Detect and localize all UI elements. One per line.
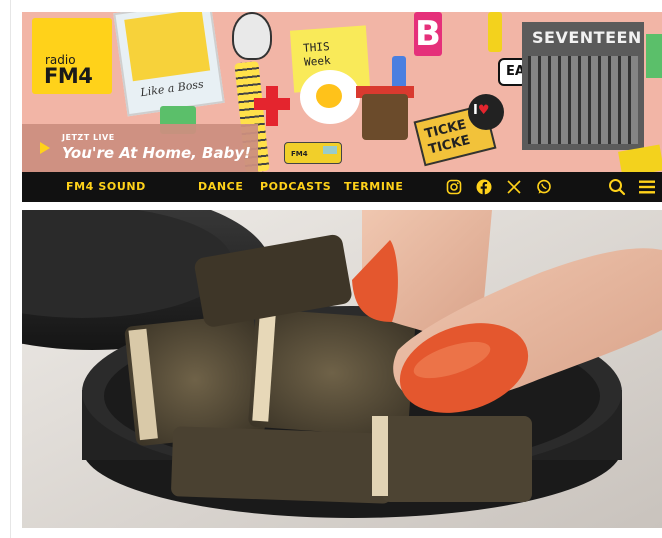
building-facade bbox=[528, 56, 638, 144]
seventeen-building-photo: SEVENTEEN bbox=[522, 22, 644, 150]
nav-item-termine[interactable]: TERMINE bbox=[344, 172, 403, 202]
hamburger-menu-icon[interactable] bbox=[638, 179, 656, 195]
nav-item-podcasts[interactable]: PODCASTS bbox=[260, 172, 331, 202]
van-text: FM4 bbox=[291, 150, 308, 158]
main-navigation: FM4 SOUND DANCE PODCASTS TERMINE bbox=[22, 172, 662, 202]
cuckoo-clock-sticker bbox=[362, 94, 408, 140]
nav-item-fm4-sound[interactable]: FM4 SOUND bbox=[66, 172, 146, 202]
heart-icon: ♥ bbox=[477, 103, 490, 118]
seventeen-label: SEVENTEEN bbox=[532, 28, 642, 47]
page-border bbox=[10, 0, 11, 538]
polaroid-photo bbox=[124, 12, 211, 82]
green-corner-sticker bbox=[646, 34, 662, 78]
search-icon[interactable] bbox=[608, 178, 626, 196]
nav-item-dance[interactable]: DANCE bbox=[198, 172, 243, 202]
fm4-van-sticker: FM4 bbox=[284, 142, 342, 164]
polaroid-sticker: Like a Boss bbox=[113, 12, 225, 117]
egg-yolk bbox=[316, 84, 342, 108]
yellow-block-sticker bbox=[488, 12, 502, 52]
live-label: JETZT LIVE bbox=[62, 133, 115, 142]
play-icon[interactable] bbox=[40, 142, 50, 154]
letter-b-sticker: B bbox=[414, 12, 442, 56]
fm4-logo[interactable]: radio FM4 bbox=[32, 18, 112, 94]
x-icon[interactable] bbox=[506, 179, 522, 195]
red-cross-sticker-bar bbox=[254, 98, 290, 110]
logo-big-text: FM4 bbox=[44, 64, 93, 88]
live-show-title[interactable]: You're At Home, Baby! bbox=[62, 144, 251, 162]
facebook-icon[interactable] bbox=[476, 179, 492, 195]
postit-text: THIS Week bbox=[302, 40, 332, 69]
van-window bbox=[323, 146, 337, 154]
header-banner[interactable]: Like a Boss THIS Week B TICKE TICKE I♥ E… bbox=[22, 12, 662, 172]
polaroid-caption: Like a Boss bbox=[139, 77, 205, 100]
snus-tin-illustration bbox=[22, 210, 662, 528]
skull-sticker bbox=[232, 12, 272, 60]
tickets-text: TICKE TICKE bbox=[423, 117, 472, 158]
instagram-icon[interactable] bbox=[446, 179, 462, 195]
article-hero-image[interactable] bbox=[22, 210, 662, 528]
whatsapp-icon[interactable] bbox=[536, 179, 552, 195]
i-love-badge-sticker: I♥ bbox=[468, 94, 504, 130]
page: Like a Boss THIS Week B TICKE TICKE I♥ E… bbox=[0, 0, 662, 538]
heart-badge-text: I♥ bbox=[473, 103, 490, 118]
